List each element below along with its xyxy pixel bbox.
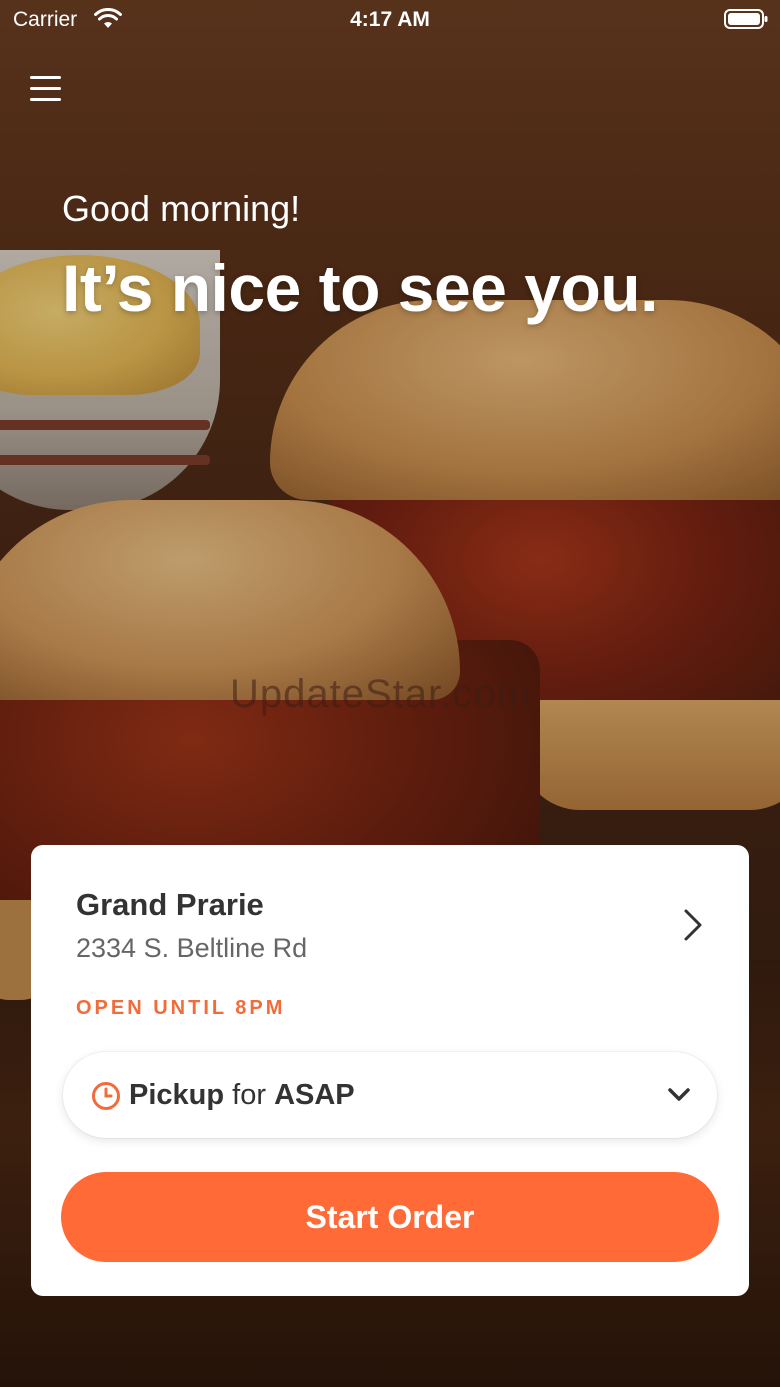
status-time: 4:17 AM	[350, 8, 430, 31]
battery-icon	[724, 9, 768, 29]
start-order-button[interactable]: Start Order	[61, 1172, 719, 1262]
order-type-dropdown[interactable]: Pickup for ASAP	[63, 1052, 717, 1138]
watermark: UpdateStar.com	[230, 672, 531, 716]
chevron-down-icon	[668, 1088, 690, 1101]
order-connector: for	[232, 1079, 266, 1111]
order-type-label: Pickup for ASAP	[129, 1079, 355, 1112]
store-selector[interactable]: Grand Prarie 2334 S. Beltline Rd	[31, 845, 749, 995]
location-card: Grand Prarie 2334 S. Beltline Rd OPEN UN…	[31, 845, 749, 1296]
order-mode: Pickup	[129, 1079, 225, 1111]
order-time: ASAP	[274, 1079, 355, 1111]
welcome-headline: It’s nice to see you.	[62, 251, 658, 325]
store-address: 2334 S. Beltline Rd	[76, 933, 308, 963]
clock-icon	[92, 1082, 120, 1110]
home-screen: UpdateStar.com Carrier 4:17 AM Good morn…	[0, 0, 780, 1387]
chevron-right-icon	[684, 909, 702, 941]
greeting-text: Good morning!	[62, 188, 301, 229]
hamburger-menu-icon[interactable]	[30, 74, 62, 104]
store-name: Grand Prarie	[76, 887, 264, 922]
open-status-badge: OPEN UNTIL 8PM	[76, 997, 286, 1019]
status-bar: Carrier 4:17 AM	[0, 0, 780, 40]
